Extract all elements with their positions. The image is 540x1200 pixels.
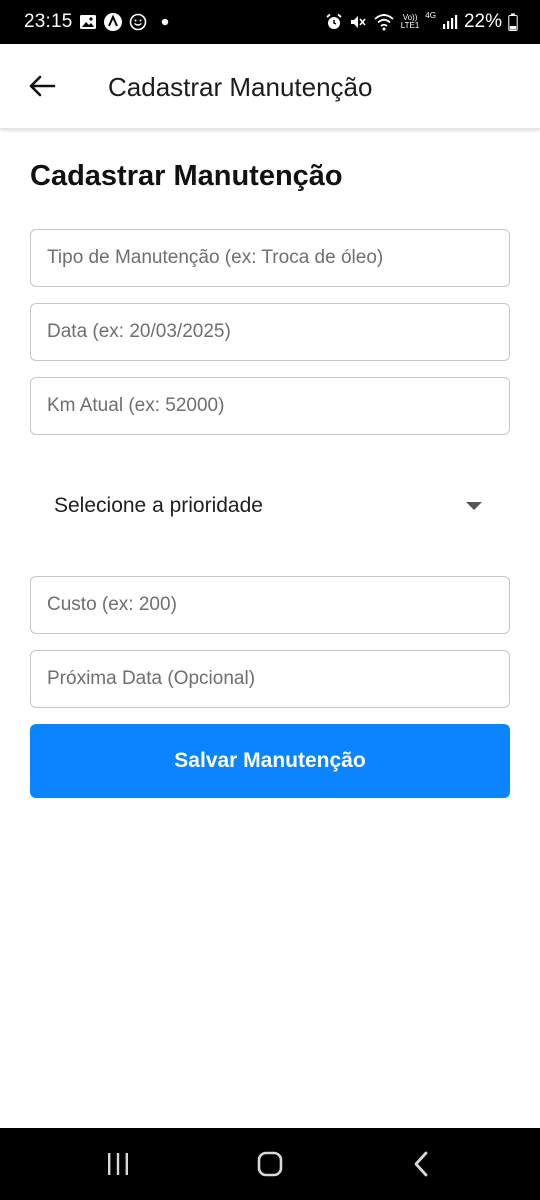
- app-a-icon: [103, 12, 123, 32]
- status-time: 23:15: [24, 11, 73, 32]
- network-bottom-label: LTE1: [400, 21, 420, 30]
- battery-icon: [508, 13, 518, 31]
- recent-apps-button[interactable]: [78, 1128, 158, 1200]
- screen: 23:15 Vo)) LTE1 4G 22% Cadastrar Manuten…: [0, 0, 540, 1200]
- back-button[interactable]: [22, 66, 62, 106]
- network-label: Vo)) LTE1: [401, 14, 420, 30]
- battery-percent: 22%: [463, 11, 502, 32]
- home-icon: [256, 1150, 284, 1178]
- page-title: Cadastrar Manutenção: [30, 160, 343, 192]
- status-bar: 23:15 Vo)) LTE1 4G 22%: [0, 0, 540, 44]
- app-bar-title: Cadastrar Manutenção: [108, 72, 373, 102]
- wifi-icon: [373, 13, 395, 31]
- prioridade-select-value: Selecione a prioridade: [54, 494, 263, 517]
- proxima-data-input[interactable]: [30, 650, 510, 708]
- app-bar: Cadastrar Manutenção: [0, 44, 540, 129]
- status-left: 23:15: [24, 0, 169, 44]
- data-input[interactable]: [30, 303, 510, 361]
- save-button[interactable]: Salvar Manutenção: [30, 724, 510, 798]
- status-right: Vo)) LTE1 4G 22%: [325, 0, 518, 44]
- signal-icon: [442, 14, 458, 30]
- network-gen-label: 4G: [425, 10, 436, 20]
- mute-icon: [349, 13, 367, 31]
- km-atual-input[interactable]: [30, 377, 510, 435]
- prioridade-select[interactable]: Selecione a prioridade: [30, 476, 510, 536]
- back-icon: [411, 1150, 431, 1178]
- arrow-left-icon: [28, 74, 56, 98]
- caret-down-icon: [466, 502, 482, 510]
- alarm-icon: [325, 13, 343, 31]
- custo-input[interactable]: [30, 576, 510, 634]
- smiley-icon: [129, 13, 147, 31]
- home-button[interactable]: [230, 1128, 310, 1200]
- navigation-bar: [0, 1128, 540, 1200]
- tipo-manutencao-input[interactable]: [30, 229, 510, 287]
- dot-icon: [161, 18, 169, 26]
- nav-back-button[interactable]: [381, 1128, 461, 1200]
- image-icon: [79, 14, 97, 30]
- recent-apps-icon: [105, 1151, 131, 1177]
